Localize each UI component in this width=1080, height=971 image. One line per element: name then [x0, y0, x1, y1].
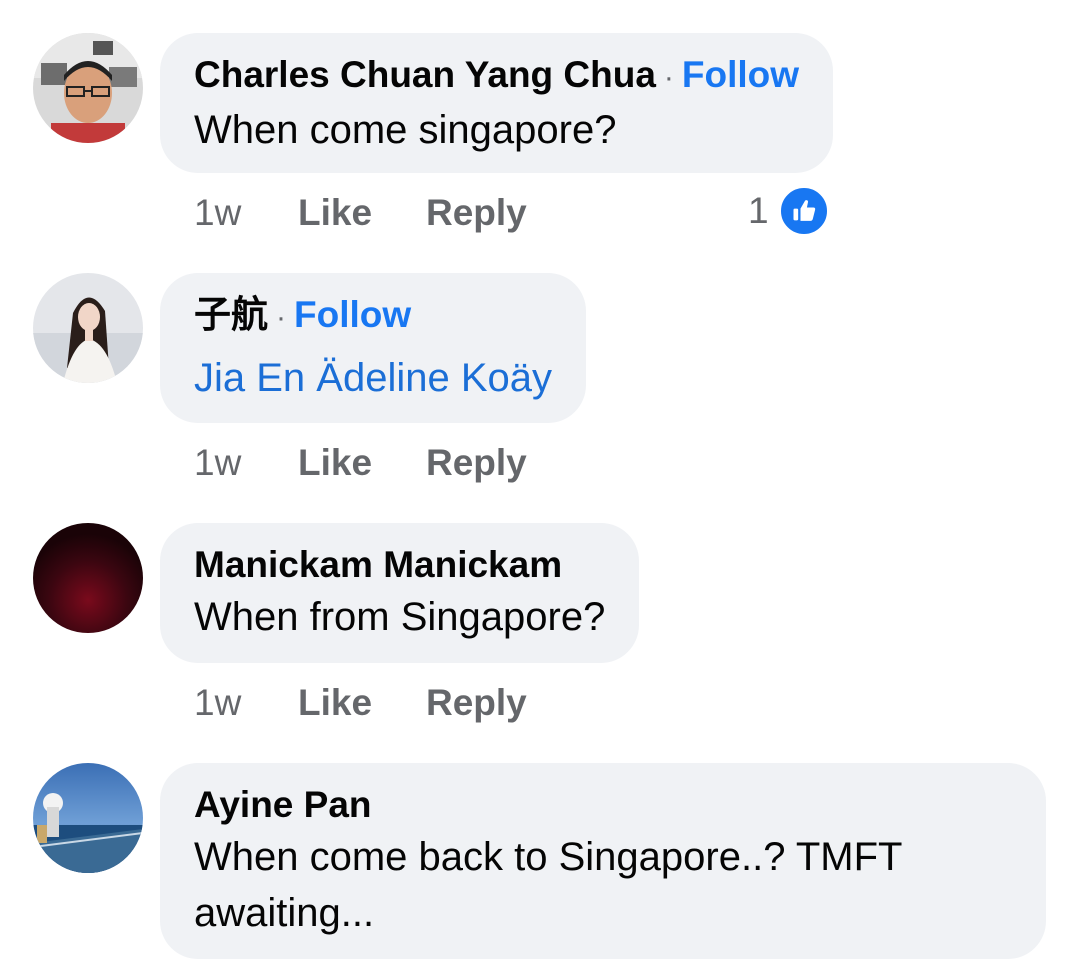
reply-button[interactable]: Reply [426, 442, 527, 484]
comment-text: When come back to Singapore..? TMFT awai… [194, 835, 902, 935]
reply-button[interactable]: Reply [426, 682, 527, 724]
comment-bubble: Ayine Pan When come back to Singapore..?… [160, 763, 1046, 959]
author-name[interactable]: Manickam Manickam [194, 544, 562, 585]
timestamp[interactable]: 1w [194, 682, 298, 724]
separator-dot: · [663, 61, 674, 94]
avatar[interactable] [33, 523, 143, 633]
timestamp[interactable]: 1w [194, 192, 298, 234]
avatar[interactable] [33, 273, 143, 383]
reply-button[interactable]: Reply [426, 192, 527, 234]
like-button[interactable]: Like [298, 442, 426, 484]
author-name[interactable]: Ayine Pan [194, 784, 372, 825]
timestamp[interactable]: 1w [194, 442, 298, 484]
comment-actions: 1w Like Reply [194, 442, 527, 484]
mention-link[interactable]: Jia En Ädeline Koäy [194, 356, 552, 400]
comment-bubble: Manickam Manickam When from Singapore? [160, 523, 640, 663]
like-reaction-icon [778, 186, 829, 236]
follow-button[interactable]: Follow [682, 54, 799, 95]
separator-dot: · [276, 301, 286, 334]
comment-bubble: Charles Chuan Yang Chua · Follow When come… [160, 33, 834, 173]
like-button[interactable]: Like [298, 192, 426, 234]
reaction-summary[interactable]: 1 [748, 186, 829, 236]
follow-button[interactable]: Follow [294, 294, 411, 335]
reaction-count: 1 [748, 190, 769, 231]
comment-text: When come singapore? [194, 108, 617, 152]
avatar[interactable] [33, 33, 143, 143]
comment-actions: 1w Like Reply [194, 192, 527, 234]
author-name[interactable]: 子航 [194, 294, 268, 335]
avatar[interactable] [33, 763, 143, 873]
comment-text: When from Singapore? [194, 595, 606, 639]
comment-bubble: 子航 · Follow Jia En Ädeline Koäy [160, 273, 587, 423]
author-name[interactable]: Charles Chuan Yang Chua [194, 54, 656, 95]
like-button[interactable]: Like [298, 682, 426, 724]
comment-actions: 1w Like Reply [194, 682, 527, 724]
